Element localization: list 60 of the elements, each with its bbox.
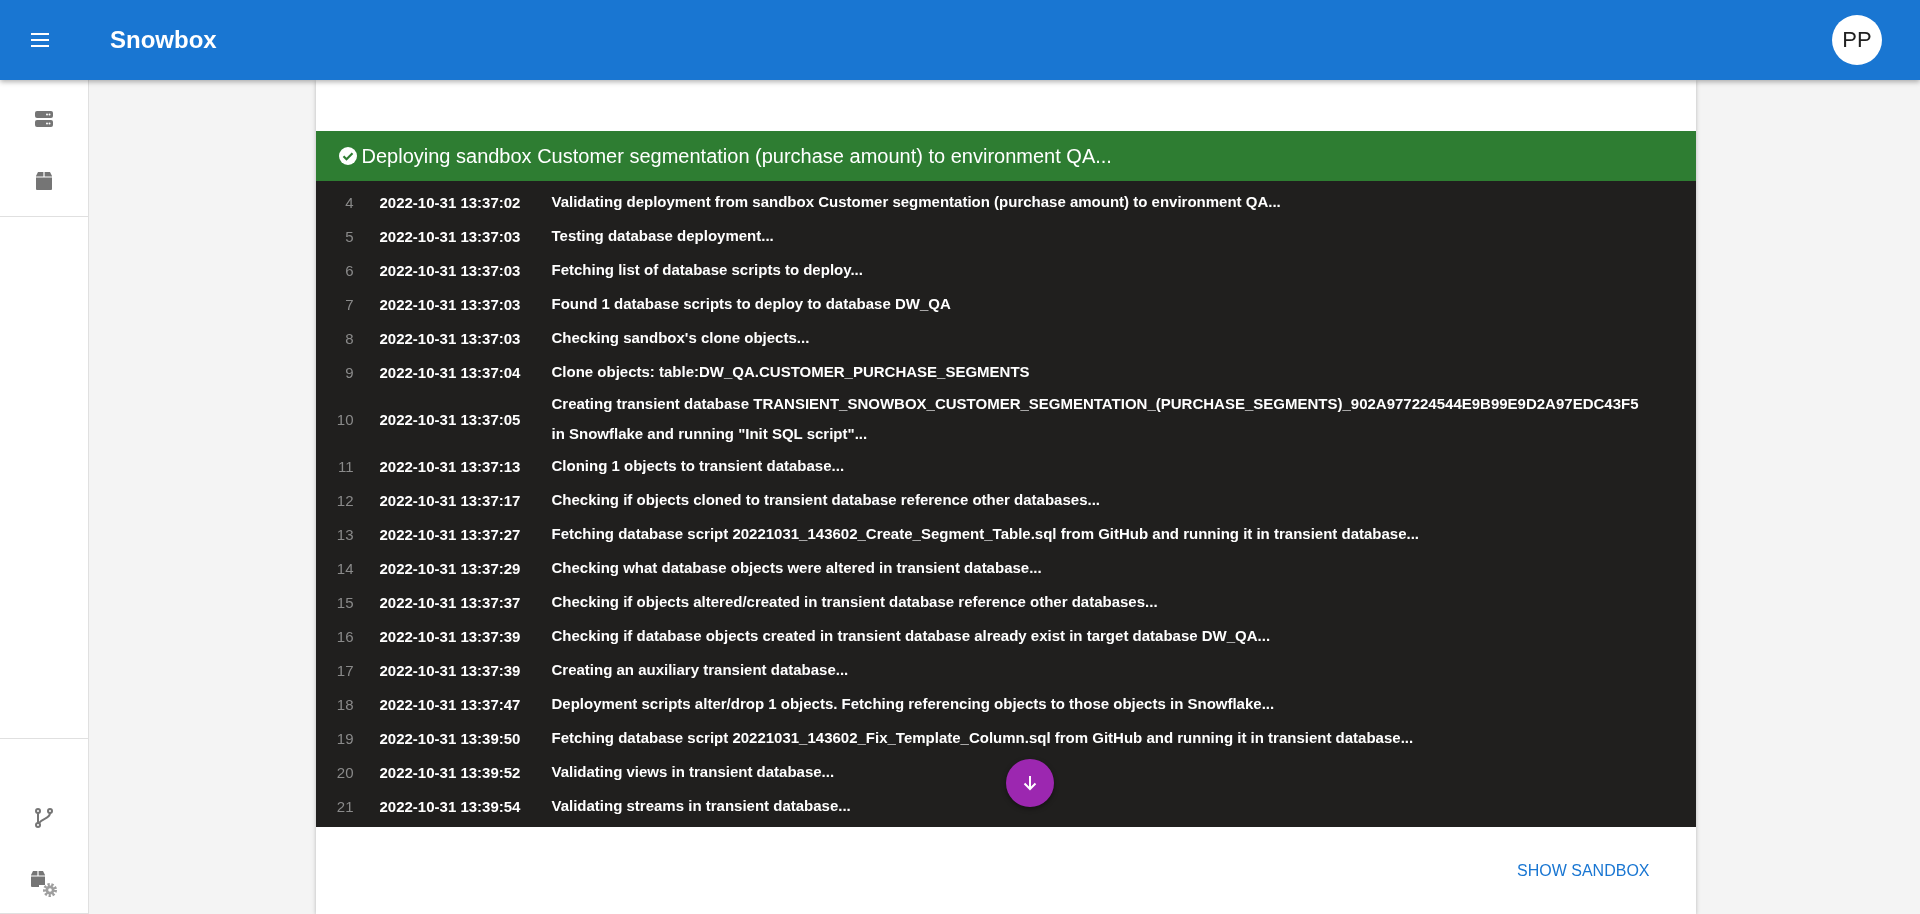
line-number: 10 [335,410,354,428]
line-number: 8 [344,329,354,347]
line-number: 7 [344,295,354,313]
status-title: Deploying sandbox Customer segmentation (purchase amount) to environment QA... [361,144,1112,168]
line-number: 12 [335,491,354,509]
log-timestamp: 2022-10-31 13:37:37 [379,593,522,611]
log-timestamp: 2022-10-31 13:37:05 [379,410,522,428]
log-timestamp: 2022-10-31 13:37:03 [379,227,522,245]
line-number: 9 [344,363,354,381]
line-number: 13 [335,525,354,543]
log-timestamp: 2022-10-31 13:37:29 [379,559,522,577]
log-timestamp: 2022-10-31 13:39:54 [379,797,522,815]
log-message: Testing database deployment... [551,226,775,246]
log-message: Cloning 1 objects to transient database... [551,456,846,476]
log-timestamp: 2022-10-31 13:37:03 [379,295,522,313]
scroll-down-button[interactable] [1005,759,1054,807]
log-timestamp: 2022-10-31 13:37:39 [379,661,522,679]
line-number: 14 [335,559,354,577]
log-message: Deployment scripts alter/drop 1 objects. Fetching referencing objects to those objects in Snowflake... [551,694,1276,714]
app-title: Snowbox [110,26,217,54]
check-circle-icon [337,146,358,166]
user-avatar[interactable]: PP [1832,15,1882,65]
line-number: 18 [335,695,354,713]
log-message: Fetching database script 20221031_143602_Create_Segment_Table.sql from GitHub and running it in transient database... [551,524,1420,544]
log-timestamp: 2022-10-31 13:37:13 [379,457,522,475]
show-sandbox-button[interactable]: SHOW SANDBOX [1509,853,1658,888]
line-number: 5 [344,227,354,245]
log-message: Checking if objects cloned to transient database reference other databases... [551,490,1101,510]
log-timestamp: 2022-10-31 13:37:02 [379,193,522,211]
log-timestamp: 2022-10-31 13:37:39 [379,627,522,645]
log-timestamp: 2022-10-31 13:37:17 [379,491,522,509]
log-message: Creating an auxiliary transient database... [551,660,850,680]
log-message: Checking if database objects created in transient database already exist in target database DW_QA... [551,626,1272,646]
log-message: Validating deployment from sandbox Customer segmentation (purchase amount) to environment QA... [551,192,1282,212]
log-message: Fetching list of database scripts to deploy... [551,260,864,280]
line-number: 16 [335,627,354,645]
line-number: 20 [335,763,354,781]
log-message: Fetching database script 20221031_143602_Fix_Template_Column.sql from GitHub and running it in transient database... [551,728,1415,748]
line-number: 11 [336,457,354,475]
log-message: Found 1 database scripts to deploy to database DW_QA [551,294,952,314]
log-timestamp: 2022-10-31 13:37:03 [379,329,522,347]
log-message: Creating transient database TRANSIENT_SNOWBOX_CUSTOMER_SEGMENTATION_(PURCHASE_SEGMENTS)_902A977224544E9B99E9D2A97EDC43F5 in Snowflake and running "Init SQL script"... [551,394,1640,444]
line-number: 17 [335,661,354,679]
log-message: Validating views in transient database... [551,762,836,782]
line-number: 6 [344,261,354,279]
line-number: 21 [335,797,354,815]
log-timestamp: 2022-10-31 13:37:04 [379,363,522,381]
log-timestamp: 2022-10-31 13:37:03 [379,261,522,279]
line-number: 15 [335,593,354,611]
log-message: Clone objects: table:DW_QA.CUSTOMER_PURCHASE_SEGMENTS [551,362,1031,382]
line-number: 19 [335,729,354,747]
log-message: Checking what database objects were altered in transient database... [551,558,1043,578]
log-timestamp: 2022-10-31 13:37:47 [379,695,522,713]
log-timestamp: 2022-10-31 13:37:27 [379,525,522,543]
line-number: 4 [344,193,354,211]
log-timestamp: 2022-10-31 13:39:52 [379,763,522,781]
log-message: Checking sandbox's clone objects... [551,328,811,348]
log-message: Validating streams in transient database... [551,796,852,816]
log-message: Checking if objects altered/created in transient database reference other databases... [551,592,1159,612]
log-timestamp: 2022-10-31 13:39:50 [379,729,522,747]
